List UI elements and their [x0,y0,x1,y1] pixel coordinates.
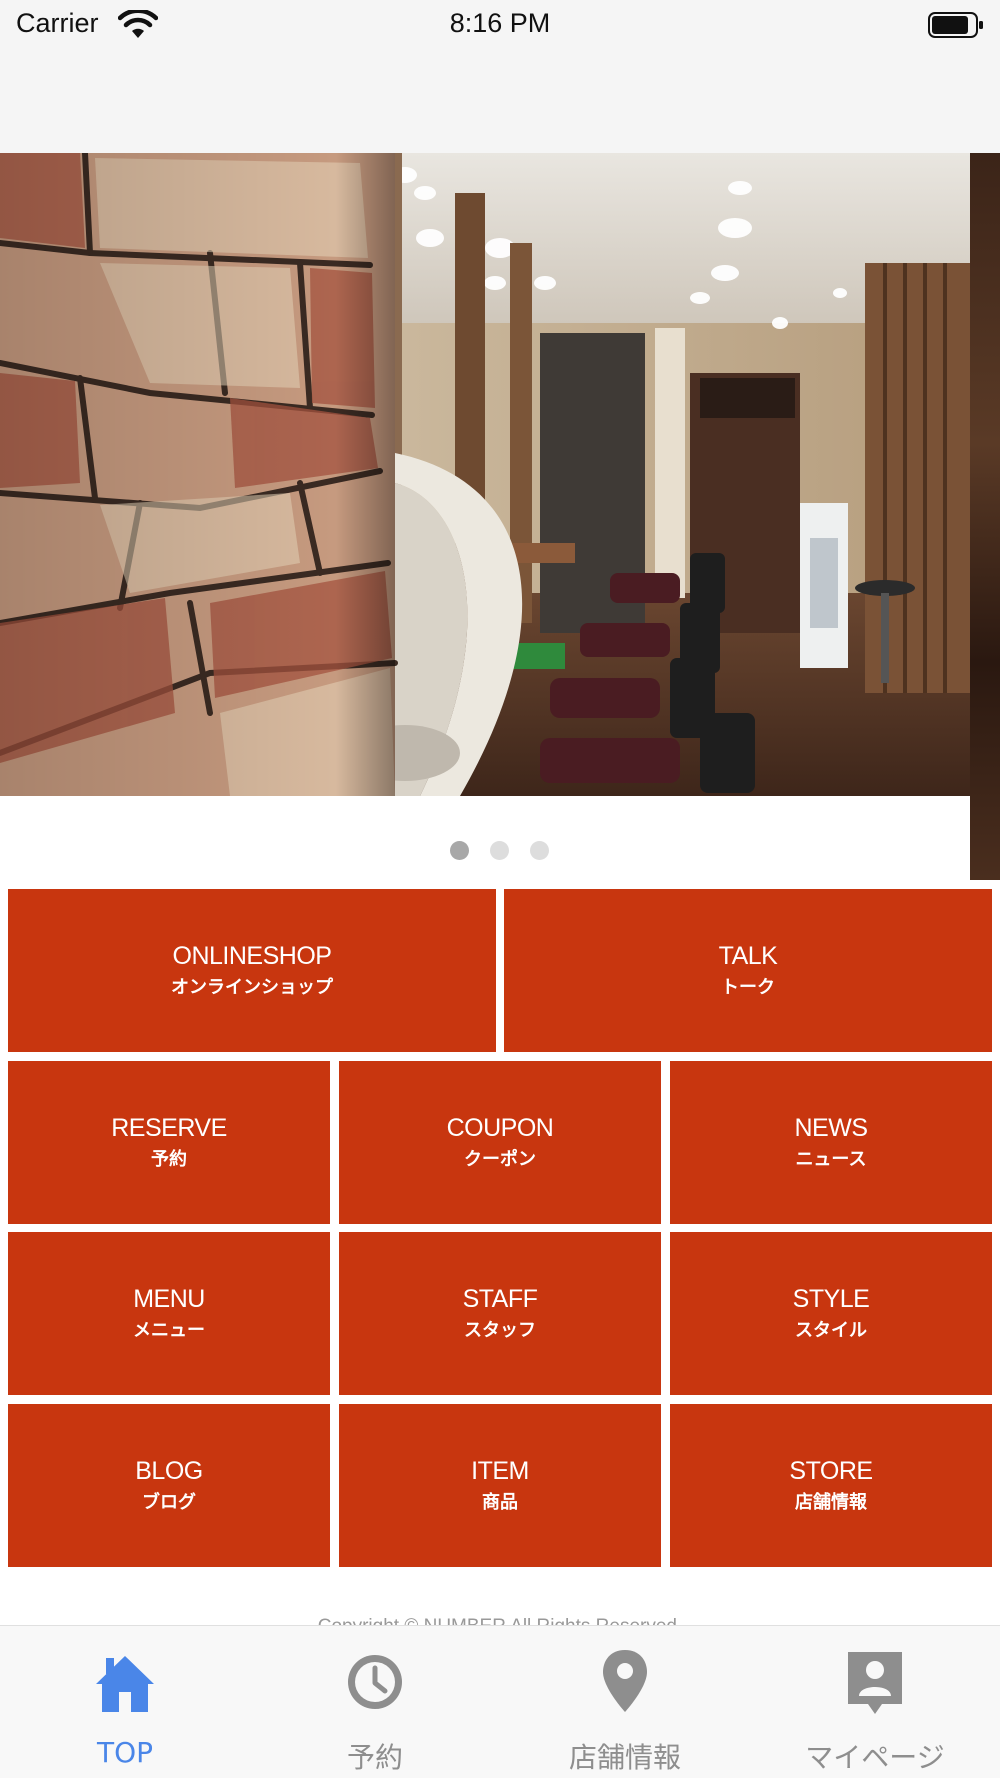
tile-label-en: NEWS [794,1113,869,1142]
blog-button[interactable]: BLOG ブログ [8,1404,330,1567]
navigation-bar [0,50,1000,153]
map-pin-icon [603,1650,647,1712]
tile-label-ja: スタイル [795,1319,867,1341]
tile-label-ja: クーポン [464,1148,536,1170]
tile-label-en: ITEM [471,1456,529,1485]
menu-button[interactable]: MENU メニュー [8,1232,330,1395]
tile-label-en: RESERVE [111,1113,227,1142]
tile-label-ja: メニュー [133,1319,205,1341]
tab-my-page[interactable]: マイページ [750,1626,1000,1778]
tab-label: 店舗情報 [568,1741,681,1774]
tab-reserve[interactable]: 予約 [250,1626,500,1778]
tab-label: TOP [96,1736,154,1769]
tab-label: 予約 [346,1741,403,1774]
carousel-dot-1[interactable] [450,841,469,860]
tile-label-en: BLOG [135,1456,203,1485]
tile-label-en: STYLE [792,1284,870,1313]
salon-interior-photo [0,153,970,796]
hero-carousel[interactable] [0,153,1000,880]
battery-icon [928,12,983,38]
tab-top[interactable]: TOP [0,1626,250,1778]
tile-label-en: ONLINESHOP [172,941,332,970]
tile-label-ja: 商品 [482,1491,518,1513]
profile-badge-icon [848,1652,902,1714]
tab-bar: TOP 予約 店舗情報 マイページ [0,1625,1000,1778]
tile-label-en: STORE [789,1456,873,1485]
tile-label-ja: スタッフ [464,1319,536,1341]
carousel-page-indicator [0,839,1000,863]
app-screen: Carrier 8:16 PM ONLINESHOP オンラインショップ TAL… [0,0,1000,1778]
next-slide-preview [970,153,1000,880]
tab-store-info[interactable]: 店舗情報 [500,1626,750,1778]
tile-label-ja: 店舗情報 [795,1491,867,1513]
news-button[interactable]: NEWS ニュース [670,1061,992,1224]
tile-label-ja: 予約 [151,1148,187,1170]
status-bar: Carrier 8:16 PM [0,0,1000,50]
reserve-button[interactable]: RESERVE 予約 [8,1061,330,1224]
carousel-dot-3[interactable] [530,841,549,860]
store-button[interactable]: STORE 店舗情報 [670,1404,992,1567]
tile-label-ja: ニュース [795,1148,867,1170]
coupon-button[interactable]: COUPON クーポン [339,1061,661,1224]
tile-label-en: TALK [718,941,778,970]
carousel-dot-2[interactable] [490,841,509,860]
staff-button[interactable]: STAFF スタッフ [339,1232,661,1395]
tile-label-ja: オンラインショップ [171,976,333,998]
style-button[interactable]: STYLE スタイル [670,1232,992,1395]
tab-label: マイページ [805,1741,945,1774]
home-icon [96,1656,154,1712]
clock-icon [348,1655,402,1709]
tile-label-ja: ブログ [142,1491,196,1513]
tile-label-en: STAFF [462,1284,538,1313]
status-time: 8:16 PM [449,8,551,38]
tile-label-en: MENU [133,1284,205,1313]
tile-label-en: COUPON [446,1113,554,1142]
item-button[interactable]: ITEM 商品 [339,1404,661,1567]
talk-button[interactable]: TALK トーク [504,889,992,1052]
onlineshop-button[interactable]: ONLINESHOP オンラインショップ [8,889,496,1052]
tile-label-ja: トーク [721,976,775,998]
